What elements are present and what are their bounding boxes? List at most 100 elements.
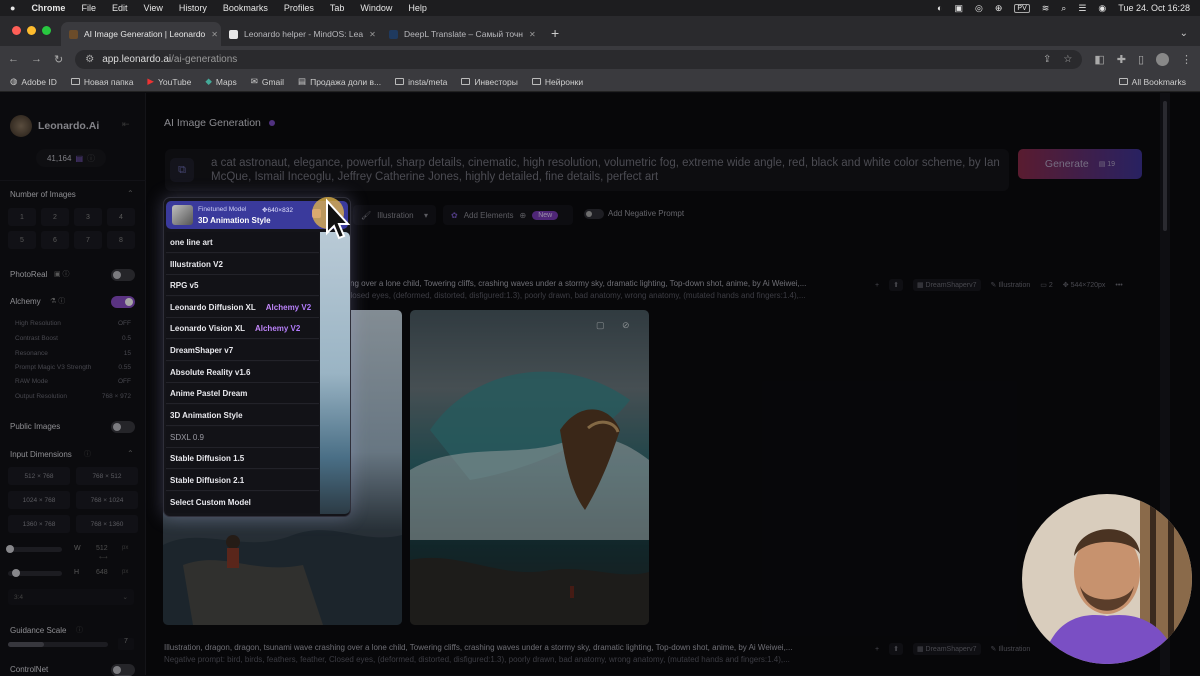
reload-icon[interactable]: ↻: [54, 53, 63, 66]
bookmark-star-icon[interactable]: ☆: [1063, 54, 1072, 65]
model-option-label: Leonardo Diffusion XL: [170, 302, 256, 312]
model-option-label: Anime Pastel Dream: [170, 388, 248, 398]
browser-tab[interactable]: DeepL Translate – Самый точн ✕: [381, 22, 541, 46]
youtube-icon: ▶: [147, 76, 154, 86]
folder-icon: [531, 78, 541, 85]
bookmark-label: Инвесторы: [474, 76, 518, 87]
wifi-icon[interactable]: ≋: [1042, 3, 1050, 14]
side-panel-icon[interactable]: ▯: [1138, 53, 1144, 66]
leonardo-favicon-icon: [69, 29, 78, 39]
browser-tab[interactable]: Leonardo helper - MindOS: Lea ✕: [221, 22, 381, 46]
bookmark-item[interactable]: ✉ Gmail: [251, 76, 284, 87]
apple-icon[interactable]: ●: [10, 3, 15, 13]
menubar-item[interactable]: Help: [408, 3, 427, 13]
model-option-label: Select Custom Model: [170, 498, 251, 507]
model-option[interactable]: Stable Diffusion 1.5: [166, 448, 319, 469]
address-bar[interactable]: ⚙ app.leonardo.ai/ai-generations ⇪ ☆: [75, 49, 1083, 69]
close-tab-icon[interactable]: ✕: [529, 30, 536, 39]
model-option[interactable]: Leonardo Vision XL Alchemy V2: [166, 318, 319, 339]
siri-icon[interactable]: ◉: [1098, 3, 1106, 14]
model-option-label: Illustration V2: [170, 259, 223, 269]
share-icon[interactable]: ⇪: [1043, 54, 1051, 65]
forward-icon[interactable]: →: [31, 53, 42, 65]
select-custom-model[interactable]: Select Custom Model: [166, 492, 319, 513]
bookmark-item[interactable]: ▤ Продажа доли в...: [298, 76, 381, 87]
browser-menu-icon[interactable]: ⋮: [1181, 53, 1192, 66]
menubar-item[interactable]: View: [143, 3, 162, 13]
menubar-app-name[interactable]: Chrome: [31, 3, 65, 13]
model-option[interactable]: Leonardo Diffusion XL Alchemy V2: [166, 297, 319, 318]
control-center-icon[interactable]: ☰: [1078, 3, 1086, 14]
model-option-label: 3D Animation Style: [170, 410, 243, 420]
status-icon[interactable]: ▣: [954, 3, 963, 14]
menubar-item[interactable]: History: [179, 3, 207, 13]
menubar-item[interactable]: Window: [360, 3, 392, 13]
model-option[interactable]: Anime Pastel Dream: [166, 383, 319, 404]
bookmark-item[interactable]: ◍ Adobe ID: [10, 76, 57, 87]
alchemy-badge: Alchemy V2: [254, 323, 301, 333]
model-option[interactable]: Illustration V2: [166, 254, 319, 275]
menubar-item[interactable]: Tab: [330, 3, 345, 13]
model-option[interactable]: one line art: [166, 232, 319, 253]
folder-icon: [395, 78, 405, 85]
bookmark-label: Maps: [215, 76, 237, 87]
model-option[interactable]: SDXL 0.9: [166, 427, 319, 448]
model-option-label: SDXL 0.9: [170, 432, 204, 442]
model-option[interactable]: Absolute Reality v1.6: [166, 362, 319, 383]
page-icon: ▤: [298, 76, 307, 86]
model-option-label: Leonardo Vision XL: [170, 323, 245, 333]
extension-icon[interactable]: ◧: [1094, 53, 1104, 66]
bookmark-label: Нейронки: [544, 76, 584, 87]
folder-icon: [461, 78, 471, 85]
tab-title: DeepL Translate – Самый точн: [404, 29, 523, 39]
all-bookmarks[interactable]: All Bookmarks: [1118, 76, 1186, 87]
model-option[interactable]: DreamShaper v7: [166, 340, 319, 361]
model-option[interactable]: RPG v5: [166, 275, 319, 296]
scrollbar-thumb[interactable]: [1163, 101, 1167, 231]
url-path: /ai-generations: [171, 53, 238, 65]
status-badge[interactable]: PV: [1014, 3, 1030, 13]
close-window-button[interactable]: [12, 26, 21, 35]
zoom-window-button[interactable]: [42, 26, 51, 35]
menubar-item[interactable]: File: [81, 3, 96, 13]
menubar-item[interactable]: Edit: [112, 3, 128, 13]
bookmark-label: All Bookmarks: [1131, 76, 1186, 87]
model-option-label: Stable Diffusion 1.5: [170, 453, 245, 463]
window-controls: [0, 26, 61, 46]
model-option-label: DreamShaper v7: [170, 345, 234, 355]
bookmark-label: YouTube: [157, 76, 192, 87]
new-tab-button[interactable]: +: [541, 25, 559, 46]
menubar-clock[interactable]: Tue 24. Oct 16:28: [1118, 3, 1190, 13]
model-option[interactable]: Stable Diffusion 2.1: [166, 470, 319, 491]
model-option[interactable]: 3D Animation Style: [166, 405, 319, 426]
close-tab-icon[interactable]: ✕: [211, 30, 218, 39]
menubar-item[interactable]: Bookmarks: [223, 3, 268, 13]
model-size: ✥640×832: [262, 207, 293, 214]
back-icon[interactable]: ←: [8, 53, 19, 65]
bookmark-item[interactable]: insta/meta: [395, 77, 447, 87]
dropdown-image-peek: [320, 232, 350, 514]
status-icon[interactable]: ◎: [975, 3, 983, 14]
close-tab-icon[interactable]: ✕: [369, 30, 376, 39]
tab-search-icon[interactable]: ⌄: [1180, 28, 1200, 46]
bookmark-item[interactable]: ▶ YouTube: [147, 76, 191, 87]
site-info-icon[interactable]: ⚙: [85, 54, 94, 65]
bookmark-item[interactable]: Нейронки: [531, 76, 584, 87]
menubar-item[interactable]: Profiles: [284, 3, 314, 13]
extensions-puzzle-icon[interactable]: ✚: [1117, 53, 1126, 66]
bookmark-item[interactable]: ◆ Maps: [205, 76, 236, 87]
bookmark-item[interactable]: Новая папка: [70, 77, 133, 87]
url-host: app.leonardo.ai: [102, 53, 172, 65]
macos-menubar: ● Chrome File Edit View History Bookmark…: [0, 0, 1200, 16]
bookmark-item[interactable]: Инвесторы: [461, 77, 518, 87]
status-icon[interactable]: ◐: [937, 3, 942, 13]
browser-tab[interactable]: AI Image Generation | Leonardo ✕: [61, 22, 221, 46]
profile-avatar[interactable]: [1156, 52, 1169, 66]
bookmark-label: Adobe ID: [21, 76, 57, 87]
status-icon[interactable]: ⊕: [995, 3, 1003, 14]
folder-icon: [1118, 78, 1128, 85]
minimize-window-button[interactable]: [27, 26, 36, 35]
search-icon[interactable]: ⌕: [1061, 3, 1066, 14]
model-option-label: RPG v5: [170, 280, 199, 290]
model-thumbnail: [172, 205, 193, 225]
